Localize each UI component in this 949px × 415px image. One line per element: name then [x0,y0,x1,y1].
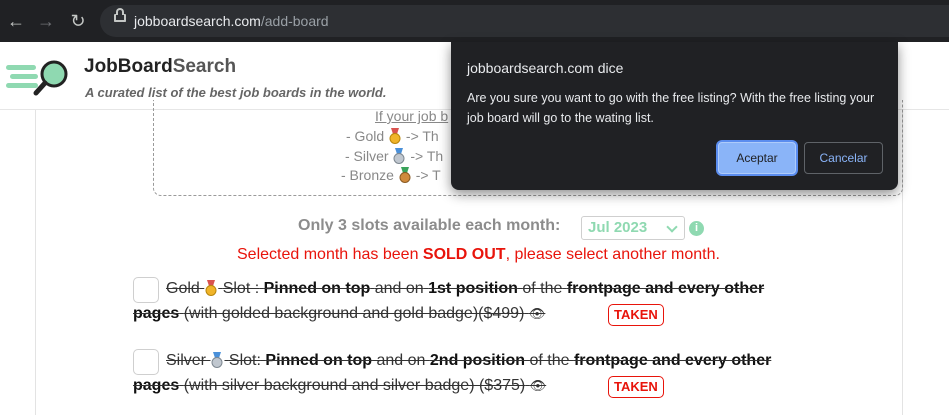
info-gold-rest: -> Th [405,128,439,144]
info-bronze-label: - Bronze [341,167,394,183]
info-gold-line: - Gold -> Th [346,128,439,144]
brand-main: JobBoard [84,56,173,77]
silver-option-name: Silver [166,352,207,369]
gold-taken-badge: TAKEN [608,304,664,326]
silver-option-position: 2nd position [429,352,525,369]
confirm-dialog: jobboardsearch.com dice Are you sure you… [451,42,898,190]
info-icon[interactable]: i [689,221,704,236]
gold-medal-icon [205,280,217,296]
gold-option-name: Gold [166,280,200,297]
dialog-title: jobboardsearch.com dice [467,60,624,76]
eye-icon: 👁 [529,378,547,393]
silver-slot-checkbox[interactable] [133,349,159,375]
silver-option-desc: (with silver background and silver badge… [183,377,526,394]
gold-medal-icon [389,128,401,144]
month-select[interactable]: Jul 2023 [581,216,685,240]
silver-option-of-the: of the [529,352,570,369]
cancel-button[interactable]: Cancelar [804,142,883,174]
sold-out-after: , please select another month. [505,246,720,263]
silver-option-pages: pages [133,377,180,394]
gold-option-and-on: and on [374,280,424,297]
silver-medal-icon [211,352,223,368]
bronze-medal-icon [399,167,411,183]
info-silver-line: - Silver -> Th [345,148,443,164]
silver-taken-badge: TAKEN [608,376,664,398]
gold-option-pages: pages [133,305,180,322]
reload-icon[interactable]: ↻ [66,9,90,33]
gold-slot-checkbox[interactable] [133,277,159,303]
silver-option-line2: pages (with silver background and silver… [133,377,546,395]
silver-option-line1: Silver Slot: Pinned on top and on 2nd po… [166,352,771,370]
gold-option-line2: pages (with golded background and gold b… [133,305,545,323]
info-bronze-rest: -> T [415,167,441,183]
eye-icon: 👁 [528,306,546,321]
url-domain: jobboardsearch.com [134,13,261,29]
chevron-down-icon [666,221,678,233]
browser-toolbar: ← → ↻ jobboardsearch.com/add-board [0,0,949,42]
sold-out-bold: SOLD OUT [422,246,506,263]
forward-arrow-icon[interactable]: → [34,9,58,33]
info-bronze-line: - Bronze -> T [341,167,441,183]
silver-option-and-on: and on [376,352,426,369]
url-path: /add-board [260,13,329,29]
sold-out-message: Selected month has been SOLD OUT, please… [237,246,720,264]
sold-out-before: Selected month has been [237,246,423,263]
brand-accent: Search [172,56,237,77]
slots-available-label: Only 3 slots available each month: [298,217,561,234]
back-arrow-icon[interactable]: ← [4,9,28,33]
magnifier-logo-icon[interactable] [4,57,78,97]
address-bar[interactable]: jobboardsearch.com/add-board [100,5,949,37]
lock-icon[interactable] [114,8,126,22]
info-silver-rest: -> Th [410,148,444,164]
gold-option-desc: (with golded background and gold badge)(… [183,305,525,322]
url-text: jobboardsearch.com/add-board [134,13,329,29]
silver-medal-icon [393,148,405,164]
dialog-message: Are you sure you want to go with the fre… [467,91,875,125]
info-box-intro: If your job b [375,108,449,124]
silver-option-pinned: Pinned on top [265,352,373,369]
info-silver-label: - Silver [345,148,389,164]
gold-option-position: 1st position [428,280,518,297]
gold-option-pinned: Pinned on top [263,280,371,297]
silver-option-slot: Slot: [228,352,261,369]
gold-option-of-the: of the [522,280,563,297]
gold-option-line1: Gold Slot : Pinned on top and on 1st pos… [166,280,764,298]
silver-option-frontpage: frontpage and every other [573,352,772,369]
accept-button[interactable]: Aceptar [718,142,796,174]
gold-option-slot: Slot : [222,280,260,297]
tagline: A curated list of the best job boards in… [85,85,387,100]
month-select-value: Jul 2023 [588,219,648,236]
info-gold-label: - Gold [346,128,385,144]
brand-name[interactable]: JobBoardSearch [84,56,236,78]
gold-option-frontpage: frontpage and every other [566,280,765,297]
